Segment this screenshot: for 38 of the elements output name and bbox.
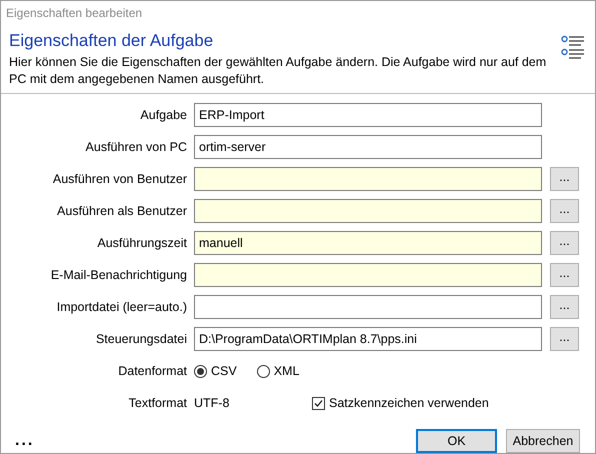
header-description: Hier können Sie die Eigenschaften der gewählten Aufgabe ändern. Die Aufgabe wird nur auf dem PC mit dem angegebenen Namen ausgeführt. <box>9 54 548 88</box>
checkbox-label[interactable]: Satzkennzeichen verwenden <box>329 396 489 410</box>
field-label: Ausführen von PC <box>84 140 187 154</box>
text-field[interactable] <box>194 167 542 191</box>
list-icon <box>561 35 585 59</box>
text-field[interactable]: ERP-Import <box>194 103 542 127</box>
browse-button[interactable]: ... <box>550 199 579 223</box>
text-field[interactable]: D:\ProgramData\ORTIMplan 8.7\pps.ini <box>194 327 542 351</box>
radio-button[interactable] <box>194 364 207 378</box>
checkbox[interactable] <box>312 396 325 410</box>
browse-button[interactable]: ... <box>550 263 579 287</box>
text-field[interactable] <box>194 263 542 287</box>
field-label: Ausführen als Benutzer <box>56 204 187 218</box>
field-label: Textformat <box>128 396 187 410</box>
field-label: Ausführen von Benutzer <box>52 172 187 186</box>
field-label: E-Mail-Benachrichtigung <box>50 268 187 282</box>
radio-label[interactable]: XML <box>274 364 300 378</box>
radio-button[interactable] <box>256 364 270 378</box>
text-field[interactable]: manuell <box>194 231 542 255</box>
field-label: Steuerungsdatei <box>94 332 187 346</box>
browse-button[interactable]: ... <box>550 327 579 351</box>
browse-button[interactable]: ... <box>550 295 579 319</box>
header-title: Eigenschaften der Aufgabe <box>9 31 214 51</box>
text-field[interactable] <box>194 295 542 319</box>
more-options[interactable]: ... <box>15 432 407 450</box>
text-field[interactable] <box>194 199 542 223</box>
browse-button[interactable]: ... <box>550 167 579 191</box>
text-format-value: UTF-8 <box>194 396 230 410</box>
browse-button[interactable]: ... <box>550 231 579 255</box>
field-label: Datenformat <box>117 364 187 378</box>
field-label: Aufgabe <box>139 108 187 122</box>
field-label: Importdatei (leer=auto.) <box>56 300 187 314</box>
window-title: Eigenschaften bearbeiten <box>6 6 142 20</box>
text-field[interactable]: ortim-server <box>194 135 542 159</box>
cancel-button[interactable]: Abbrechen <box>506 429 580 453</box>
field-label: Ausführungszeit <box>96 236 187 250</box>
ok-button[interactable]: OK <box>416 429 497 453</box>
radio-label[interactable]: CSV <box>211 364 237 378</box>
